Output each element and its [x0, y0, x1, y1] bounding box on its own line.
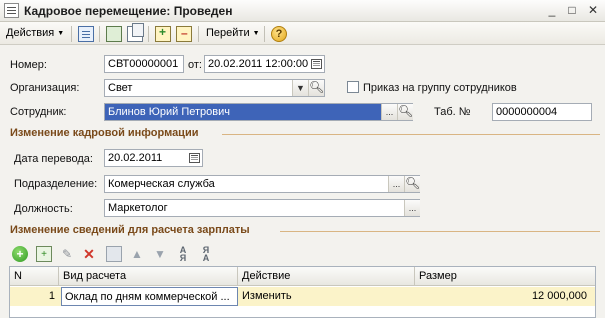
org-label: Организация:	[10, 82, 80, 94]
toolbar-divider	[71, 26, 72, 42]
section-divider	[280, 231, 600, 232]
maximize-button[interactable]: □	[563, 3, 581, 19]
department-label: Подразделение:	[14, 178, 98, 190]
position-field[interactable]: Маркетолог	[104, 199, 420, 217]
help-icon[interactable]: ?	[271, 26, 287, 42]
move-down-icon[interactable]: ▼	[152, 246, 168, 262]
calendar-icon[interactable]	[311, 59, 322, 69]
goto-menu-label: Перейти	[206, 27, 250, 39]
department-value: Комерческая служба	[108, 178, 215, 190]
org-value: Свет	[108, 82, 133, 94]
title-bar: Кадровое перемещение: Проведен _ □ ✕	[0, 0, 605, 22]
section-divider	[222, 134, 600, 135]
cell-action[interactable]: Изменить	[238, 287, 415, 306]
app-icon	[4, 3, 19, 18]
sort-desc-icon[interactable]: ЯA	[198, 246, 214, 263]
group-order-checkbox[interactable]	[347, 81, 359, 93]
transfer-date-label: Дата перевода:	[14, 153, 93, 165]
salary-table: N Вид расчета Действие Размер 1 Оклад по…	[9, 266, 596, 318]
column-header-type[interactable]: Вид расчета	[59, 267, 238, 286]
employee-label: Сотрудник:	[10, 106, 67, 118]
unpost-icon[interactable]	[176, 26, 192, 42]
section-title-salary: Изменение сведений для расчета зарплаты	[10, 224, 250, 236]
copy-row-icon[interactable]: +	[36, 246, 52, 262]
search-icon[interactable]: 🔍︎	[308, 80, 324, 96]
copy-icon[interactable]	[127, 23, 144, 42]
number-label: Номер:	[10, 59, 47, 71]
window-title: Кадровое перемещение: Проведен	[24, 4, 233, 18]
cell-n[interactable]: 1	[10, 287, 59, 306]
column-header-action[interactable]: Действие	[238, 267, 415, 286]
image-icon[interactable]	[106, 26, 122, 42]
employee-value: Блинов Юрий Петрович	[105, 104, 383, 120]
employee-field[interactable]: Блинов Юрий Петрович	[104, 103, 413, 121]
actions-menu-label: Действия	[6, 27, 55, 39]
chevron-down-icon: ▼	[57, 30, 65, 37]
department-select-button[interactable]: ...	[388, 176, 404, 192]
document-date-value: 20.02.2011 12:00:00	[208, 58, 309, 70]
cell-type[interactable]: Оклад по дням коммерческой ...	[61, 287, 238, 306]
toolbar-divider	[198, 26, 199, 42]
chevron-down-icon: ▼	[252, 30, 260, 37]
document-date-field[interactable]: 20.02.2011 12:00:00	[204, 55, 325, 73]
department-field[interactable]: Комерческая служба	[104, 175, 420, 193]
toolbar-divider	[148, 26, 149, 42]
chevron-down-icon: ▼	[296, 83, 305, 93]
actions-menu[interactable]: Действия ▼	[6, 27, 64, 39]
move-up-icon[interactable]: ▲	[129, 246, 145, 262]
tab-number-label: Таб. №	[434, 106, 471, 118]
position-label: Должность:	[14, 203, 73, 215]
date-from-label: от:	[188, 59, 202, 71]
toolbar: Действия▼ Перейти▼ ?	[0, 22, 605, 45]
delete-row-icon[interactable]: ✕	[81, 246, 97, 262]
form-icon[interactable]	[78, 26, 94, 42]
edit-row-icon[interactable]: ✎	[59, 246, 75, 262]
column-header-amount[interactable]: Размер	[415, 267, 595, 286]
number-field[interactable]: СВТ00000001	[104, 55, 184, 73]
calendar-icon[interactable]	[189, 153, 200, 163]
sort-asc-icon[interactable]: AЯ	[175, 246, 191, 263]
close-button[interactable]: ✕	[584, 3, 602, 19]
tab-number-field[interactable]: 0000000004	[492, 103, 592, 121]
add-row-icon[interactable]: +	[12, 246, 28, 262]
section-title-personnel: Изменение кадровой информации	[10, 127, 199, 139]
org-dropdown-button[interactable]: ▼	[292, 80, 308, 96]
search-icon[interactable]: 🔍︎	[404, 176, 420, 192]
toolbar-divider	[264, 26, 265, 42]
goto-menu[interactable]: Перейти ▼	[206, 27, 260, 39]
transfer-date-value: 20.02.2011	[108, 152, 163, 164]
column-header-n[interactable]: N	[10, 267, 59, 286]
post-icon[interactable]	[155, 25, 171, 42]
group-order-label: Приказ на группу сотрудников	[363, 82, 517, 94]
toolbar-divider	[99, 26, 100, 42]
cell-amount[interactable]: 12 000,000	[415, 287, 595, 306]
minimize-button[interactable]: _	[543, 3, 561, 19]
end-edit-icon[interactable]	[106, 246, 122, 262]
employee-select-button[interactable]: ...	[381, 104, 397, 120]
position-value: Маркетолог	[108, 202, 168, 214]
search-icon[interactable]: 🔍︎	[397, 104, 413, 120]
position-select-button[interactable]: ...	[404, 200, 420, 216]
